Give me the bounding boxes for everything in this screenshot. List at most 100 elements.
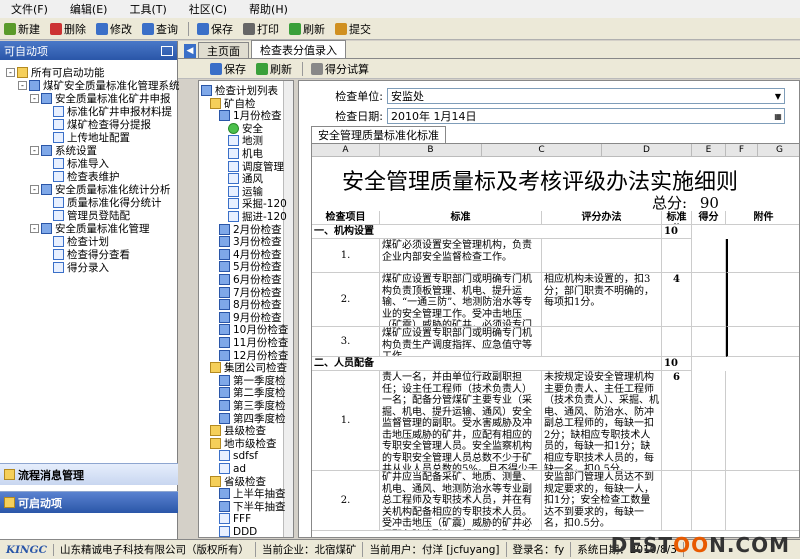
panel-startable-items[interactable]: 可启动项	[0, 491, 178, 513]
sub-toolbar-button[interactable]: 得分试算	[307, 61, 373, 77]
column-header[interactable]: E	[692, 144, 726, 157]
standard-cell: 煤矿应设置专职部门或明确专门机构负责生产调度指挥、应急值守等工作。	[380, 327, 542, 357]
expand-icon[interactable]: -	[30, 185, 39, 194]
document-icon	[219, 286, 230, 298]
score-input-cell[interactable]	[692, 371, 726, 471]
attachment-cell[interactable]	[726, 239, 799, 273]
plan-tree: 检查计划列表 矿自检 1月份检查 安全 地测 机电 调度管理 通风 运输 采掘-120 掘进-120…	[198, 80, 294, 538]
menu-item[interactable]: 编辑(E)	[59, 1, 119, 17]
document-icon	[228, 148, 239, 159]
folder-icon	[210, 362, 221, 374]
attachment-cell[interactable]	[726, 371, 799, 471]
search-icon	[142, 22, 154, 35]
standard-score-cell[interactable]	[662, 327, 692, 357]
folder-icon	[210, 425, 221, 437]
toolbar-button[interactable]: 提交	[331, 21, 375, 37]
panel-workflow-messages[interactable]: 流程消息管理	[0, 463, 178, 485]
column-header[interactable]: D	[602, 144, 692, 157]
document-icon	[228, 135, 239, 147]
document-icon	[219, 248, 230, 260]
document-icon	[41, 93, 52, 104]
score-input-cell[interactable]	[692, 471, 726, 531]
column-header[interactable]: A	[312, 144, 380, 157]
toolbar-separator	[302, 61, 303, 76]
calendar-icon[interactable]: ▦	[772, 112, 784, 121]
tab-score-entry[interactable]: 检查表分值录入	[251, 40, 346, 58]
document-icon	[219, 311, 230, 323]
save-icon	[210, 62, 222, 75]
standard-score-cell[interactable]: 10	[662, 225, 692, 239]
attachment-cell[interactable]	[726, 471, 799, 531]
standard-score-cell[interactable]	[662, 471, 692, 531]
plan-tree-scrollbar[interactable]	[283, 81, 293, 537]
edit-icon	[96, 22, 108, 35]
menu-item[interactable]: 帮助(H)	[238, 1, 299, 17]
column-header[interactable]: C	[482, 144, 602, 157]
score-input-cell[interactable]	[692, 273, 726, 327]
toolbar-button[interactable]: 删除	[46, 21, 90, 37]
column-header[interactable]: G	[758, 144, 799, 157]
toolbar-button-label: 提交	[349, 22, 371, 36]
sheet-tab[interactable]: 安全管理质量标准化标准	[311, 126, 446, 143]
standard-score-cell[interactable]	[662, 239, 692, 273]
unit-row: 检查单位: 安监处 ▼	[299, 87, 785, 105]
expand-icon[interactable]: -	[30, 224, 39, 233]
watermark: DESTOON.COM	[610, 533, 790, 557]
expand-icon[interactable]: -	[30, 94, 39, 103]
plan-tree-item[interactable]: FFF	[219, 512, 251, 525]
plan-tree-item[interactable]: DDD	[219, 525, 257, 537]
calculator-icon	[311, 62, 323, 75]
tab-home[interactable]: 主页面	[198, 42, 249, 58]
standard-score-cell[interactable]: 6	[662, 371, 692, 471]
sub-toolbar-button[interactable]: 刷新	[252, 61, 296, 77]
total-value: 90	[699, 194, 719, 212]
toolbar-button[interactable]: 保存	[193, 21, 237, 37]
toolbar-button[interactable]: 刷新	[285, 21, 329, 37]
score-input-cell[interactable]	[692, 327, 726, 357]
document-icon	[219, 450, 230, 462]
attachment-cell[interactable]	[726, 273, 799, 327]
standard-cell: 责人一名，并由单位行政副职担任；设主任工程师（技术负责人）一名；配备分管煤矿主要…	[380, 371, 542, 471]
scoring-method-cell: 未按规定设安全管理机构主要负责人、主任工程师（技术负责人）、采掘、机电、通风、防…	[542, 371, 662, 471]
total-label: 总分:	[652, 194, 688, 212]
column-header[interactable]: B	[380, 144, 482, 157]
toolbar-button[interactable]: 打印	[239, 21, 283, 37]
document-icon	[219, 349, 230, 361]
new-button[interactable]: 新建	[0, 21, 44, 37]
document-icon	[53, 158, 64, 169]
expand-icon[interactable]: -	[6, 68, 15, 77]
left-panel: 可自动项 - 所有可启动功能 - 煤矿安全质量标准化管理系统 - 安全质量标准化矿井申报标…	[0, 41, 180, 539]
score-input-cell[interactable]	[692, 239, 726, 273]
menu-item[interactable]: 社区(C)	[178, 1, 238, 17]
plan-tree-item[interactable]: 下半年抽查	[219, 500, 286, 513]
standard-cell: 煤矿必须设置安全管理机构，负责企业内部安全监督检查工作。	[380, 239, 542, 273]
plan-tree-item[interactable]: sdfsf	[219, 449, 258, 462]
tree-item[interactable]: 得分录入	[42, 261, 109, 274]
expand-icon[interactable]: -	[30, 146, 39, 155]
menu-item[interactable]: 工具(T)	[118, 1, 177, 17]
nav-left-icon[interactable]: ◀	[184, 44, 196, 58]
item-number-cell: 1.	[312, 239, 380, 273]
standard-score-cell[interactable]: 4	[662, 273, 692, 327]
date-picker[interactable]: 2010年 1月14日 ▦	[387, 108, 785, 124]
item-number-cell: 2.	[312, 471, 380, 531]
toolbar-button[interactable]: 修改	[92, 21, 136, 37]
plan-tree-item[interactable]: 地市级检查	[210, 437, 277, 450]
expand-icon[interactable]: -	[18, 81, 27, 90]
document-icon	[219, 110, 230, 122]
document-icon	[219, 274, 230, 285]
message-icon	[4, 469, 15, 480]
toolbar-button[interactable]: 查询	[138, 21, 182, 37]
pin-icon[interactable]	[161, 45, 173, 56]
chevron-down-icon[interactable]: ▼	[772, 92, 784, 101]
plan-tree-label: FFF	[233, 512, 252, 525]
attachment-cell[interactable]	[726, 327, 799, 357]
standard-score-cell[interactable]: 10	[662, 357, 692, 371]
sub-toolbar-button[interactable]: 保存	[206, 61, 250, 77]
menu-item[interactable]: 文件(F)	[0, 1, 59, 17]
unit-select[interactable]: 安监处 ▼	[387, 88, 785, 104]
document-icon	[228, 198, 239, 210]
column-header[interactable]: F	[726, 144, 758, 157]
sub-toolbar-label: 刷新	[270, 62, 292, 76]
plan-tree-label: sdfsf	[233, 449, 258, 462]
